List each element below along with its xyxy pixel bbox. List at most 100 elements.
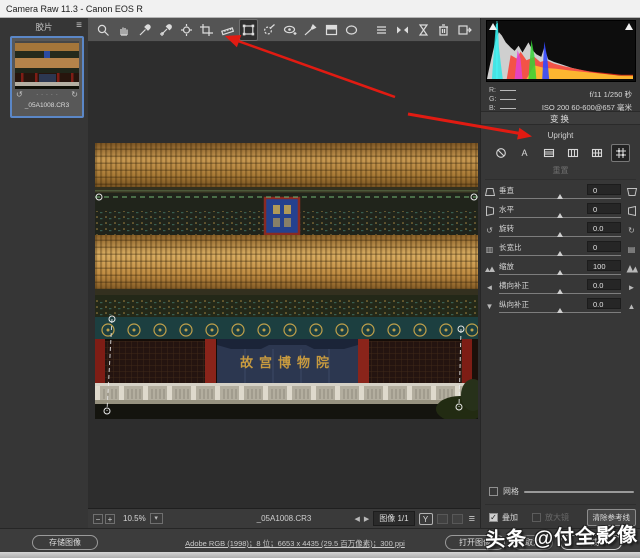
rotate-ccw-icon[interactable]: ↺ [483,224,496,237]
slider-track[interactable] [499,274,621,275]
slider-value-field[interactable]: 0 [587,184,621,195]
slider-track[interactable] [499,236,621,237]
adjustment-brush-tool[interactable] [301,19,320,41]
slider-track[interactable] [499,198,621,199]
graduated-filter-tool[interactable] [322,19,341,41]
upright-vertical-button[interactable] [563,144,582,162]
rotate-cw-icon[interactable]: ↻ [625,224,638,237]
offset-up-icon[interactable]: ▲ [625,300,638,313]
panel-divider [485,504,636,505]
toolbar [88,18,480,42]
targeted-adjustment-tool[interactable] [177,19,196,41]
slider-thumb[interactable] [557,308,563,313]
radial-filter-tool[interactable] [343,19,362,41]
aspect-wide-icon[interactable]: ▤ [625,243,638,256]
color-sampler-tool[interactable] [156,19,175,41]
grid-size-slider[interactable] [524,491,634,493]
perspective-back-icon[interactable] [483,186,496,199]
photo-preview[interactable]: 故宫博物院 [95,143,478,419]
grid-checkbox[interactable] [489,487,498,496]
r-value-dash [500,90,516,91]
zoom-tool[interactable] [94,19,113,41]
thumbnail-filename: _05A1008.CR3 [12,102,82,109]
image-canvas[interactable]: 故宫博物院 [88,42,480,508]
upright-full-button[interactable] [587,144,606,162]
slider-label: 纵向补正 [499,299,529,310]
slider-value-field[interactable]: 100 [587,260,621,271]
copy-settings-icon[interactable] [437,514,448,524]
transform-tool[interactable] [239,19,258,41]
offset-down-icon[interactable]: ▼ [483,300,496,313]
scale-up-icon[interactable] [625,262,638,275]
open-preferences-icon[interactable] [455,19,474,41]
slider-value-field[interactable]: 0 [587,203,621,214]
slider-value-field[interactable]: 0 [587,241,621,252]
save-image-button[interactable]: 存储图像 [32,535,98,550]
slider-thumb[interactable] [557,194,563,199]
window-bottom-edge [0,552,640,558]
upright-off-button[interactable] [491,144,510,162]
thumbnail-image [15,41,79,89]
slider-thumb[interactable] [557,232,563,237]
window-titlebar[interactable]: Camera Raw 11.3 - Canon EOS R [0,0,640,18]
before-after-y-button[interactable]: Y [419,513,433,525]
perspective-forward-icon[interactable] [625,186,638,199]
delete-tool[interactable] [435,19,454,41]
filmstrip-menu-icon[interactable]: ≡ [76,20,82,31]
zoom-in-button[interactable]: + [105,514,115,524]
slider-thumb[interactable] [557,251,563,256]
zoom-dropdown[interactable]: ▾ [150,513,163,524]
upright-level-button[interactable] [539,144,558,162]
slider-track[interactable] [499,255,621,256]
watermark-text: 头条 @付全影像 [484,518,638,552]
swap-settings-icon[interactable] [452,514,463,524]
hand-tool[interactable] [115,19,134,41]
preferences-tool[interactable] [372,19,391,41]
slider-track[interactable] [499,293,621,294]
camera-raw-window: Camera Raw 11.3 - Canon EOS R 胶片 ≡ [0,0,640,558]
slider-thumb[interactable] [557,270,563,275]
upright-auto-button[interactable]: A [515,144,534,162]
slider-label: 缩放 [499,261,514,272]
grid-option-row: 网格 [489,486,634,497]
upright-guided-button[interactable] [611,144,630,162]
crop-tool[interactable] [198,19,217,41]
rotate-right-tool[interactable] [414,19,433,41]
slider-label: 横向补正 [499,280,529,291]
aspect-narrow-icon[interactable]: ▥ [483,243,496,256]
slider-value-field[interactable]: 0.0 [587,279,621,290]
panel-divider [485,179,636,180]
slider-thumb[interactable] [557,289,563,294]
window-title: Camera Raw 11.3 - Canon EOS R [6,4,143,14]
perspective-left-icon[interactable] [483,205,496,218]
slider-value-field[interactable]: 0.0 [587,298,621,309]
loupe-checkbox[interactable] [532,513,541,522]
zoom-out-button[interactable]: − [93,514,103,524]
rotate-right-icon[interactable]: ↻ [71,90,78,99]
adjustments-panel: R: G: B: f/11 1/250 秒 ISO 200 60-600@657… [480,18,640,528]
offset-right-icon[interactable]: ► [625,281,638,294]
slider-label: 垂直 [499,185,514,196]
histogram-plot [487,21,633,79]
highlight-clipping-icon[interactable] [625,23,633,30]
rotate-left-tool[interactable] [393,19,412,41]
workflow-options-link[interactable]: Adobe RGB (1998)；8 位；6653 x 4435 (29.5 百… [160,538,430,549]
wall-inscription: 故宫博物院 [240,355,335,370]
offset-left-icon[interactable]: ◄ [483,281,496,294]
slider-offset-x: ◄ 横向补正 0.0 ► [483,279,638,298]
slider-thumb[interactable] [557,213,563,218]
red-eye-removal-tool[interactable] [280,19,299,41]
slider-value-field[interactable]: 0.0 [587,222,621,233]
scale-down-icon[interactable] [483,262,496,275]
slider-track[interactable] [499,312,621,313]
shadow-clipping-icon[interactable] [489,23,497,30]
perspective-right-icon[interactable] [625,205,638,218]
histogram[interactable] [486,20,636,82]
straighten-tool[interactable] [218,19,237,41]
slider-track[interactable] [499,217,621,218]
overlay-checkbox[interactable]: ✓ [489,513,498,522]
spot-removal-tool[interactable] [260,19,279,41]
thumbnail-selected[interactable]: ↺ · · · · · ↻ _05A1008.CR3 [10,36,84,118]
white-balance-tool[interactable] [135,19,154,41]
view-menu-icon[interactable]: ≡ [469,513,475,525]
